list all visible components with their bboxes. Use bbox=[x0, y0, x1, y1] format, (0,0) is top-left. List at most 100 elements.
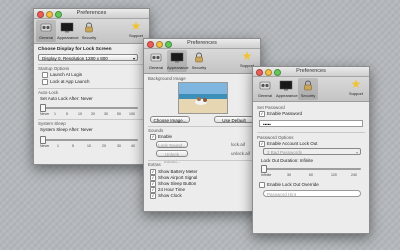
tick-label: 5 bbox=[72, 144, 74, 148]
extras-heading: Extras bbox=[148, 162, 161, 167]
display-icon bbox=[279, 80, 293, 91]
slider-thumb[interactable] bbox=[40, 104, 46, 112]
slider-thumb[interactable] bbox=[261, 165, 267, 173]
password-hint-field[interactable]: Password Hint bbox=[263, 190, 361, 197]
tab-security[interactable]: Security bbox=[298, 78, 318, 100]
preferences-window-appearance: Preferences General Appearance Security bbox=[143, 38, 261, 212]
divider bbox=[148, 126, 256, 127]
lock-icon bbox=[85, 22, 93, 33]
display-icon bbox=[60, 22, 74, 33]
title-bar[interactable]: Preferences bbox=[34, 9, 149, 19]
tab-general[interactable]: General bbox=[146, 50, 166, 72]
toolbar: General Appearance Security ★ Support bbox=[34, 19, 149, 44]
show-airport-label: Show Airport Signal bbox=[158, 175, 198, 181]
star-icon: ★ bbox=[241, 49, 253, 63]
checkbox-box[interactable]: ✓ bbox=[150, 134, 156, 140]
tick-label: 20 bbox=[102, 144, 106, 148]
unlock-sound-button[interactable]: Unlock Sound... bbox=[156, 150, 188, 164]
autolock-slider[interactable] bbox=[40, 104, 138, 112]
lock-at-launch-checkbox[interactable]: Lock at App Launch bbox=[42, 79, 90, 85]
general-switch-icon bbox=[40, 23, 52, 32]
tab-appearance[interactable]: Appearance bbox=[167, 50, 189, 72]
lock-sound-button[interactable]: Lock Sound... bbox=[156, 141, 188, 148]
general-switch-icon bbox=[150, 53, 162, 62]
preferences-window-general: Preferences General Appearance Security bbox=[33, 8, 150, 165]
title-bar[interactable]: Preferences bbox=[253, 67, 369, 77]
support-button[interactable]: ★ Support bbox=[345, 78, 367, 100]
show-clock-checkbox[interactable]: ✓ Show Clock bbox=[150, 193, 182, 199]
enable-password-checkbox[interactable]: ✓ Enable Password bbox=[259, 111, 302, 117]
tab-appearance-label: Appearance bbox=[167, 65, 189, 70]
tick-label: 40 bbox=[131, 144, 135, 148]
chevron-down-icon: ▾ bbox=[355, 150, 358, 155]
enable-override-label: Enable Lock Out Override bbox=[267, 182, 319, 188]
tab-general-label: General bbox=[257, 93, 273, 98]
tab-security[interactable]: Security bbox=[79, 20, 99, 42]
tab-security-label: Security bbox=[191, 65, 207, 70]
tick-label: 60 bbox=[309, 173, 313, 177]
tick-label: 50 bbox=[117, 112, 121, 116]
tick-label: 20 bbox=[91, 112, 95, 116]
tab-security[interactable]: Security bbox=[189, 50, 209, 72]
display-icon bbox=[170, 52, 184, 63]
enable-lockout-checkbox[interactable]: ✓ Enable Account Lock Out bbox=[259, 141, 318, 147]
lock-icon bbox=[195, 52, 203, 63]
slider-thumb[interactable] bbox=[40, 136, 46, 144]
tab-appearance-label: Appearance bbox=[276, 93, 298, 98]
launch-at-login-checkbox[interactable]: Launch At Login bbox=[42, 72, 82, 78]
choose-image-button[interactable]: Choose Image... bbox=[150, 116, 190, 123]
toolbar: General Appearance Security ★ Support bbox=[144, 49, 260, 74]
enable-lockout-label: Enable Account Lock Out bbox=[267, 141, 318, 147]
divider bbox=[38, 64, 145, 65]
password-field[interactable]: ••••• bbox=[259, 120, 363, 127]
tick-label: 100 bbox=[129, 112, 135, 116]
preferences-window-security: Preferences General Appearance Security bbox=[252, 66, 370, 234]
tick-label: 10 bbox=[78, 112, 82, 116]
lockout-duration-slider[interactable] bbox=[261, 165, 361, 173]
checkbox-box[interactable] bbox=[42, 72, 48, 78]
unlock-sound-file: unlock.aif bbox=[231, 151, 251, 156]
password-options-heading: Password Options bbox=[257, 135, 294, 140]
startup-options-heading: Startup Options bbox=[38, 66, 70, 71]
tab-general[interactable]: General bbox=[255, 78, 275, 100]
divider bbox=[38, 119, 145, 120]
display-select[interactable]: Display 0, Resolution 1280 x 800 ▾ bbox=[38, 54, 138, 61]
star-icon: ★ bbox=[130, 19, 142, 33]
system-sleep-heading: System Sleep bbox=[38, 121, 66, 126]
divider bbox=[38, 88, 145, 89]
tick-label: 30 bbox=[104, 112, 108, 116]
checkbox-box[interactable]: ✓ bbox=[150, 193, 156, 199]
background-image-preview[interactable] bbox=[178, 82, 228, 114]
tab-appearance[interactable]: Appearance bbox=[276, 78, 298, 100]
beach-image bbox=[179, 83, 227, 113]
sleep-slider[interactable] bbox=[40, 136, 138, 144]
tick-label: 240 bbox=[351, 173, 357, 177]
slider-track bbox=[261, 168, 361, 170]
tick-label: 30 bbox=[117, 144, 121, 148]
tick-label: Infinite bbox=[261, 173, 272, 177]
use-default-button[interactable]: Use Default bbox=[214, 116, 254, 123]
tab-general[interactable]: General bbox=[36, 20, 56, 42]
autolock-value-label: Set Auto Lock After: Never bbox=[40, 96, 93, 101]
set-password-heading: Set Password bbox=[257, 105, 285, 110]
tick-label: 10 bbox=[87, 144, 91, 148]
support-label: Support bbox=[348, 91, 363, 96]
lock-icon bbox=[304, 80, 312, 91]
support-label: Support bbox=[128, 33, 143, 38]
show-sleep-label: Show Sleep Button bbox=[158, 181, 197, 187]
enable-override-checkbox[interactable]: Enable Lock Out Override bbox=[259, 182, 319, 188]
slider-track bbox=[40, 139, 138, 141]
checkbox-box[interactable]: ✓ bbox=[259, 111, 265, 117]
hour24-label: 24 Hour Time bbox=[158, 187, 186, 193]
checkbox-box[interactable] bbox=[42, 79, 48, 85]
sleep-value-label: System Sleep After: Never bbox=[40, 127, 93, 132]
checkbox-box[interactable] bbox=[259, 182, 265, 188]
checkbox-box[interactable]: ✓ bbox=[259, 141, 265, 147]
bad-passwords-select[interactable]: 3 Bad Passwords ▾ bbox=[263, 148, 361, 155]
tab-appearance[interactable]: Appearance bbox=[57, 20, 79, 42]
general-switch-icon bbox=[259, 81, 271, 90]
enable-sounds-checkbox[interactable]: ✓ Enable bbox=[150, 134, 172, 140]
title-bar[interactable]: Preferences bbox=[144, 39, 260, 49]
tab-general-label: General bbox=[148, 65, 164, 70]
divider bbox=[257, 132, 365, 133]
